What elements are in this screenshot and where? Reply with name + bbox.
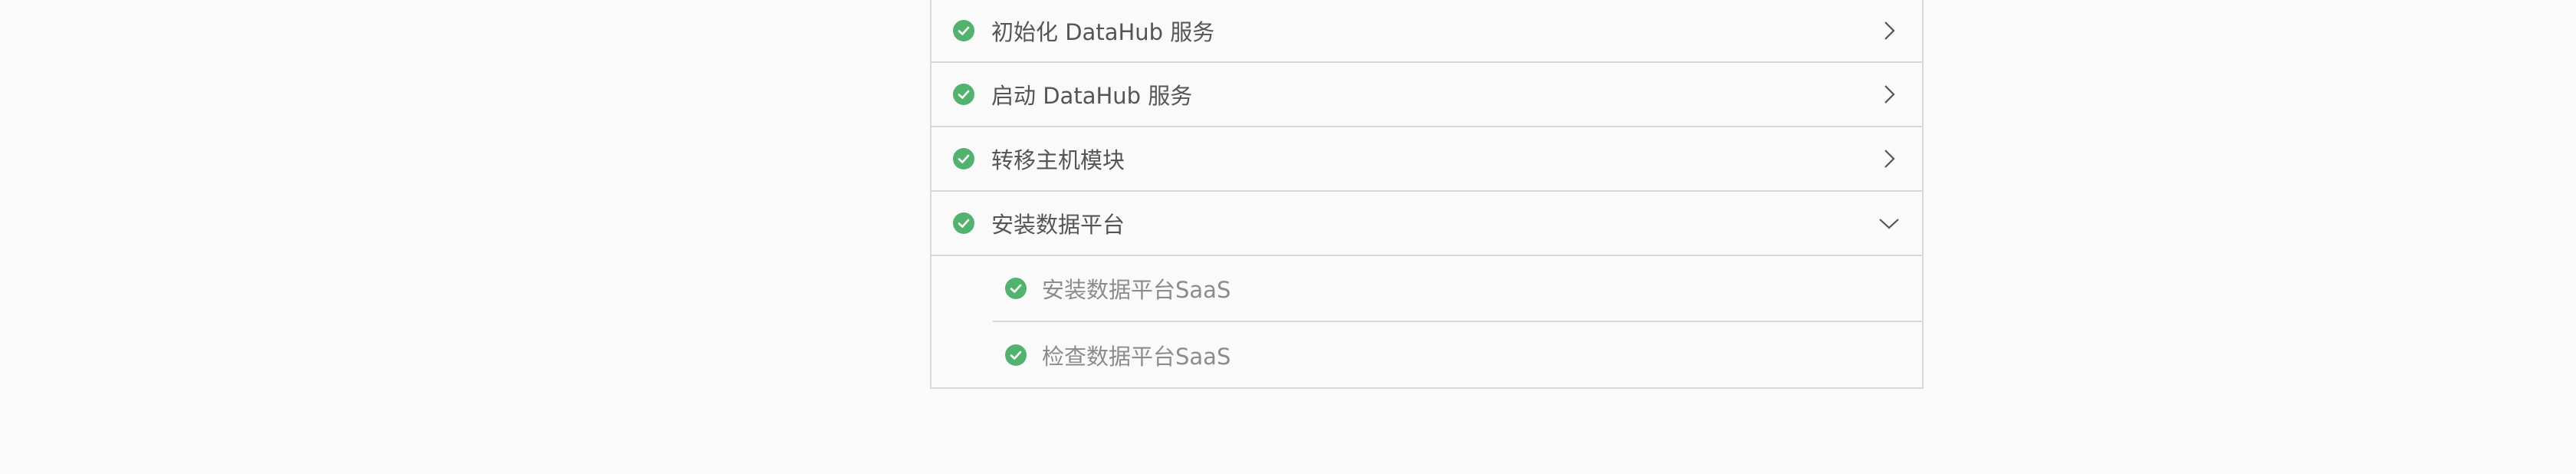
substep-check-saas: 检查数据平台SaaS: [993, 322, 1922, 388]
step-label: 启动 DataHub 服务: [991, 83, 1193, 109]
check-circle-icon: [1005, 344, 1027, 366]
chevron-right-icon[interactable]: [1878, 19, 1901, 42]
substep-label: 安装数据平台SaaS: [1042, 277, 1231, 303]
check-circle-icon: [953, 148, 974, 170]
substep-label: 检查数据平台SaaS: [1042, 344, 1231, 370]
step-label: 初始化 DataHub 服务: [991, 19, 1215, 45]
step-label: 转移主机模块: [991, 147, 1125, 173]
check-circle-icon: [953, 84, 974, 105]
install-steps-panel: 初始化 DataHub 服务 启动 DataHub 服务 转移主机模块 安装数据…: [930, 0, 1924, 389]
check-circle-icon: [953, 212, 974, 234]
chevron-right-icon[interactable]: [1878, 147, 1901, 170]
step-install-data-platform[interactable]: 安装数据平台: [932, 192, 1922, 256]
substep-install-saas: 安装数据平台SaaS: [993, 256, 1922, 322]
check-circle-icon: [953, 20, 974, 41]
chevron-right-icon[interactable]: [1878, 83, 1901, 106]
chevron-down-icon[interactable]: [1878, 212, 1901, 235]
step-transfer-host-module[interactable]: 转移主机模块: [932, 127, 1922, 192]
check-circle-icon: [1005, 278, 1027, 299]
step-init-datahub[interactable]: 初始化 DataHub 服务: [932, 0, 1922, 63]
step-start-datahub[interactable]: 启动 DataHub 服务: [932, 63, 1922, 127]
step-label: 安装数据平台: [991, 212, 1125, 238]
